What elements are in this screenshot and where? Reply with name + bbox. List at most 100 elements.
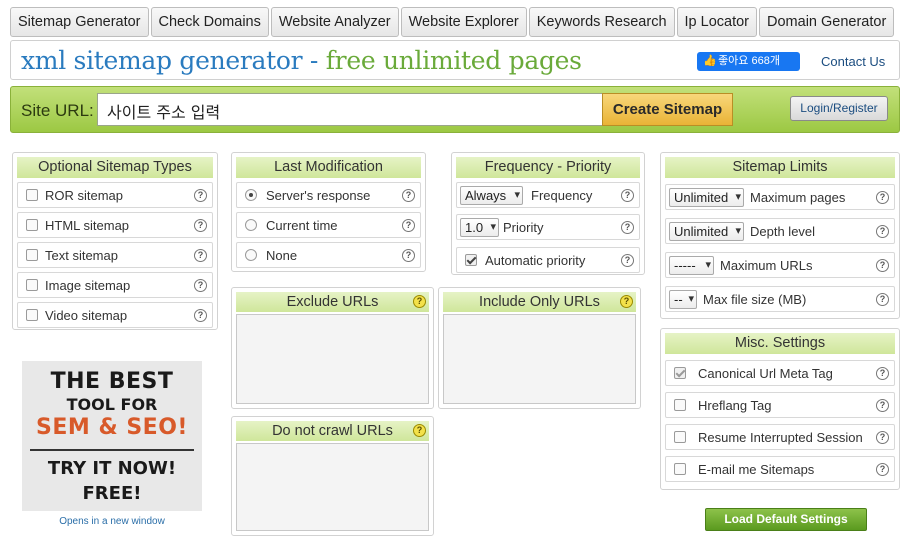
do-not-crawl-textarea[interactable] xyxy=(236,443,429,531)
max-urls-select[interactable]: ----- xyxy=(669,256,714,275)
exclude-urls-panel: Exclude URLs ? xyxy=(231,287,434,409)
sitemap-type-image: Image sitemap ? xyxy=(17,272,213,298)
load-default-settings-button[interactable]: Load Default Settings xyxy=(705,508,867,531)
tab-website-explorer[interactable]: Website Explorer xyxy=(400,7,527,37)
help-icon[interactable]: ? xyxy=(402,219,415,232)
html-sitemap-checkbox[interactable] xyxy=(26,219,38,231)
title-bar: xml sitemap generator - free unlimited p… xyxy=(10,40,900,80)
help-icon[interactable]: ? xyxy=(194,189,207,202)
help-icon[interactable]: ? xyxy=(194,249,207,262)
tab-domain-generator[interactable]: Domain Generator xyxy=(759,7,895,37)
depth-level-row: Unlimited Depth level ? xyxy=(665,218,895,244)
video-sitemap-label: Video sitemap xyxy=(45,308,128,323)
help-icon[interactable]: ? xyxy=(876,431,889,444)
canonical-label: Canonical Url Meta Tag xyxy=(698,366,833,381)
help-icon[interactable]: ? xyxy=(621,189,634,202)
thumbs-up-icon: 👍 xyxy=(703,55,717,67)
canonical-checkbox[interactable] xyxy=(674,367,686,379)
max-file-size-label: Max file size (MB) xyxy=(703,292,807,307)
sitemap-limits-title: Sitemap Limits xyxy=(665,157,895,178)
help-icon[interactable]: ? xyxy=(876,259,889,272)
max-pages-row: Unlimited Maximum pages ? xyxy=(665,184,895,210)
help-icon[interactable]: ? xyxy=(413,424,426,437)
facebook-like-button[interactable]: 👍 좋아요 668개 xyxy=(697,52,800,71)
email-sitemaps-label: E-mail me Sitemaps xyxy=(698,462,815,477)
help-icon[interactable]: ? xyxy=(876,225,889,238)
exclude-urls-textarea[interactable] xyxy=(236,314,429,404)
help-icon[interactable]: ? xyxy=(194,309,207,322)
auto-priority-checkbox[interactable] xyxy=(465,254,477,266)
seo-ad-banner[interactable]: THE BEST TOOL FOR SEM & SEO! TRY IT NOW!… xyxy=(22,361,202,511)
help-icon[interactable]: ? xyxy=(402,249,415,262)
include-only-urls-title: Include Only URLs xyxy=(443,292,636,312)
image-sitemap-label: Image sitemap xyxy=(45,278,131,293)
include-only-urls-panel: Include Only URLs ? xyxy=(438,287,641,409)
help-icon[interactable]: ? xyxy=(876,367,889,380)
sitemap-type-text: Text sitemap ? xyxy=(17,242,213,268)
ad-line-3: SEM & SEO! xyxy=(36,415,188,440)
sitemap-types-title: Optional Sitemap Types xyxy=(17,157,213,178)
top-nav-tabs: Sitemap Generator Check Domains Website … xyxy=(10,7,896,37)
exclude-urls-title: Exclude URLs xyxy=(236,292,429,312)
resume-session-label: Resume Interrupted Session xyxy=(698,430,863,445)
frequency-select[interactable]: Always xyxy=(460,186,523,205)
sitemap-types-panel: Optional Sitemap Types ROR sitemap ? HTM… xyxy=(12,152,218,330)
help-icon[interactable]: ? xyxy=(876,293,889,306)
help-icon[interactable]: ? xyxy=(876,399,889,412)
frequency-label: Frequency xyxy=(531,188,593,203)
email-sitemaps-checkbox[interactable] xyxy=(674,463,686,475)
help-icon[interactable]: ? xyxy=(621,254,634,267)
ad-new-window-link[interactable]: Opens in a new window xyxy=(22,516,202,527)
hreflang-checkbox[interactable] xyxy=(674,399,686,411)
html-sitemap-label: HTML sitemap xyxy=(45,218,130,233)
page-title-accent: free unlimited pages xyxy=(325,46,582,75)
tab-ip-locator[interactable]: Ip Locator xyxy=(676,7,758,37)
login-register-button[interactable]: Login/Register xyxy=(790,96,888,121)
max-urls-label: Maximum URLs xyxy=(720,258,813,273)
page-title: xml sitemap generator - free unlimited p… xyxy=(21,46,582,75)
sitemap-type-video: Video sitemap ? xyxy=(17,302,213,328)
help-icon[interactable]: ? xyxy=(194,279,207,292)
like-count-label: 좋아요 668개 xyxy=(718,55,780,67)
contact-us-link[interactable]: Contact Us xyxy=(821,54,885,69)
auto-priority-row: Automatic priority ? xyxy=(456,247,640,273)
video-sitemap-checkbox[interactable] xyxy=(26,309,38,321)
priority-select[interactable]: 1.0 xyxy=(460,218,499,237)
current-time-label: Current time xyxy=(266,218,338,233)
ror-sitemap-checkbox[interactable] xyxy=(26,189,38,201)
misc-settings-title: Misc. Settings xyxy=(665,333,895,354)
max-file-size-select[interactable]: -- xyxy=(669,290,697,309)
resume-session-row: Resume Interrupted Session ? xyxy=(665,424,895,450)
help-icon[interactable]: ? xyxy=(620,295,633,308)
hreflang-row: Hreflang Tag ? xyxy=(665,392,895,418)
text-sitemap-checkbox[interactable] xyxy=(26,249,38,261)
none-radio[interactable] xyxy=(245,249,257,261)
create-sitemap-button[interactable]: Create Sitemap xyxy=(602,93,733,126)
help-icon[interactable]: ? xyxy=(194,219,207,232)
help-icon[interactable]: ? xyxy=(876,463,889,476)
sitemap-type-html: HTML sitemap ? xyxy=(17,212,213,238)
image-sitemap-checkbox[interactable] xyxy=(26,279,38,291)
tab-check-domains[interactable]: Check Domains xyxy=(150,7,269,37)
current-time-radio[interactable] xyxy=(245,219,257,231)
help-icon[interactable]: ? xyxy=(402,189,415,202)
none-label: None xyxy=(266,248,298,263)
max-file-size-row: -- Max file size (MB) ? xyxy=(665,286,895,312)
ad-line-1: THE BEST xyxy=(50,369,174,394)
tab-sitemap-generator[interactable]: Sitemap Generator xyxy=(10,7,149,37)
include-only-urls-textarea[interactable] xyxy=(443,314,636,404)
last-modification-title: Last Modification xyxy=(236,157,421,178)
depth-level-select[interactable]: Unlimited xyxy=(669,222,744,241)
help-icon[interactable]: ? xyxy=(621,221,634,234)
site-url-label: Site URL: xyxy=(21,101,94,120)
max-pages-select[interactable]: Unlimited xyxy=(669,188,744,207)
resume-session-checkbox[interactable] xyxy=(674,431,686,443)
priority-row: 1.0 Priority ? xyxy=(456,214,640,240)
lastmod-option-none: None ? xyxy=(236,242,421,268)
site-url-input[interactable]: 사이트 주소 입력 xyxy=(97,93,603,126)
help-icon[interactable]: ? xyxy=(876,191,889,204)
tab-keywords-research[interactable]: Keywords Research xyxy=(528,7,675,37)
server-response-radio[interactable] xyxy=(245,189,257,201)
tab-website-analyzer[interactable]: Website Analyzer xyxy=(270,7,399,37)
help-icon[interactable]: ? xyxy=(413,295,426,308)
